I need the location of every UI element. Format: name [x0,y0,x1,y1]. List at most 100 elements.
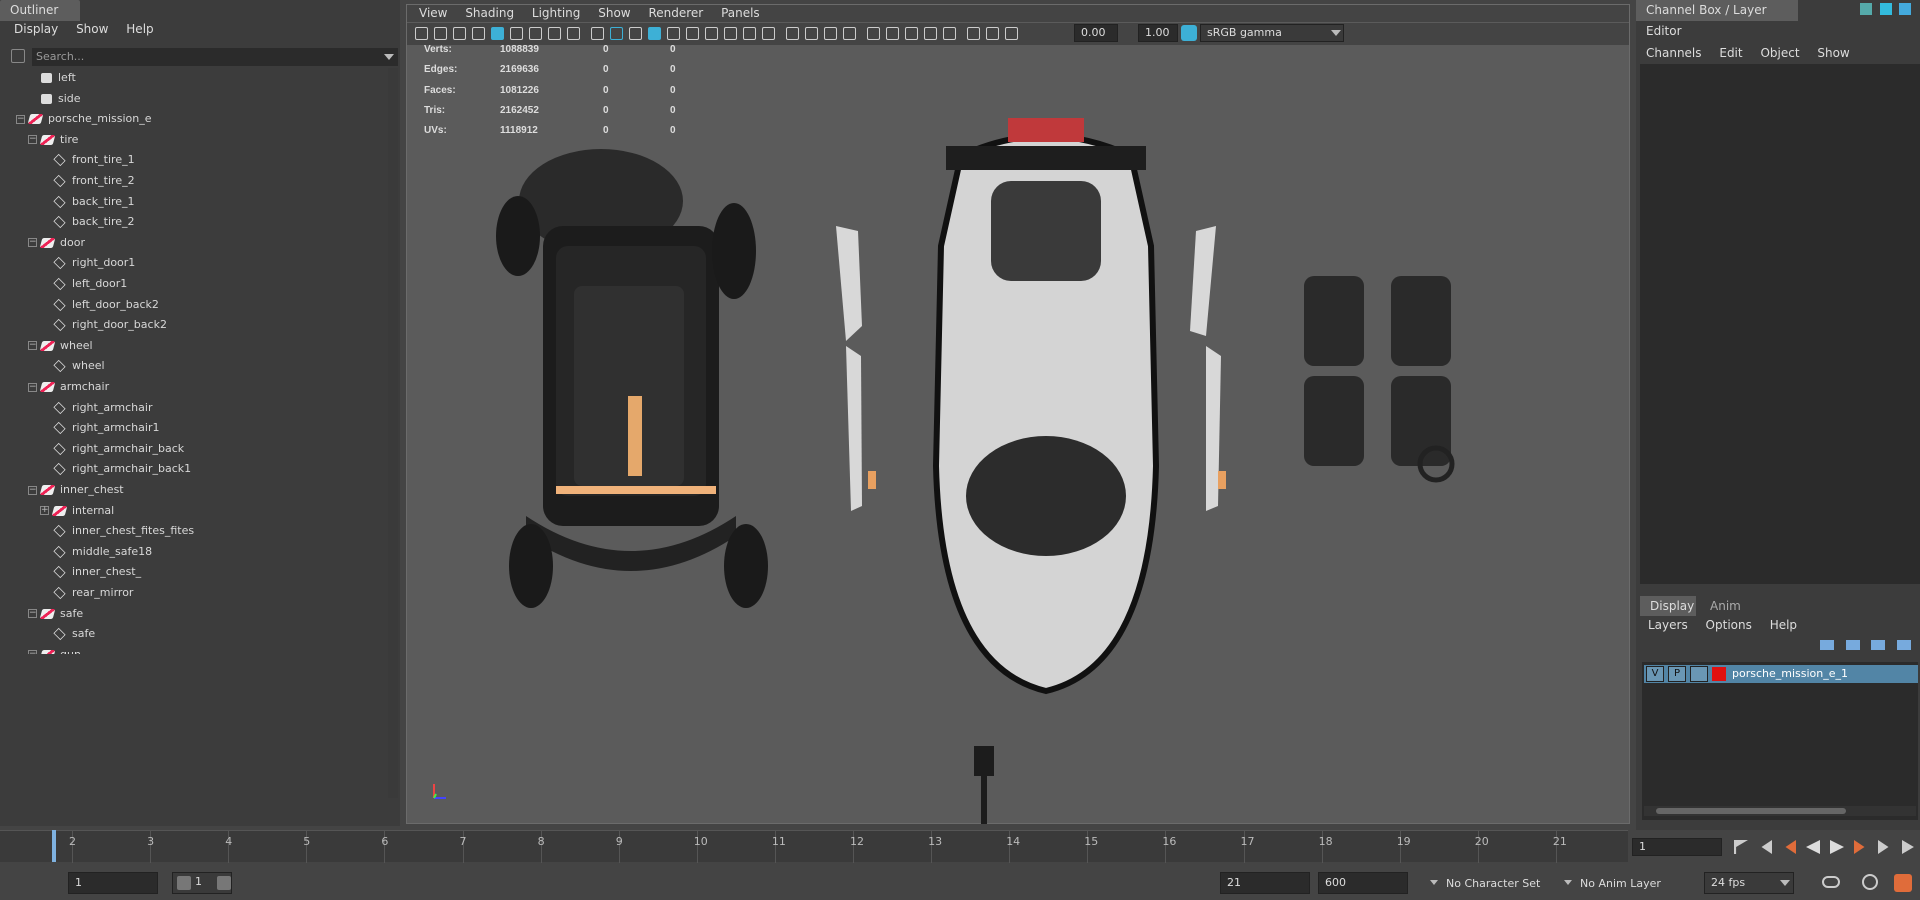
range-slider[interactable]: 1 [172,872,232,894]
collapse-icon[interactable]: − [28,135,37,145]
search-dropdown-icon[interactable] [384,54,394,60]
channels-menu[interactable]: Channels [1646,46,1702,60]
object-menu[interactable]: Object [1760,46,1799,60]
playback-speed-icon[interactable] [1894,874,1912,892]
outliner-item[interactable]: right_door_back2 [40,315,167,335]
outliner-menu-display[interactable]: Display [14,22,58,36]
timeline[interactable]: 2 3 4 5 6 7 8 9 10 11 12 13 14 15 16 17 18 19 20 21 [0,830,1628,863]
exposure-field[interactable]: 0.00 [1074,24,1118,42]
outliner-item[interactable]: left [28,68,76,88]
backface-icon[interactable] [924,27,937,40]
layer-display-type-toggle[interactable] [1690,666,1708,682]
outliner-item[interactable]: right_armchair1 [40,418,159,438]
viewport-menu-panels[interactable]: Panels [721,6,760,20]
expand-icon[interactable]: + [40,506,49,516]
loop-icon[interactable] [1822,876,1840,888]
resolution-gate-icon[interactable] [548,27,561,40]
options-menu[interactable]: Options [1706,618,1752,632]
collapse-icon[interactable]: − [28,609,37,619]
car-body-model[interactable] [932,118,1160,695]
character-set-dropdown-icon[interactable] [1430,880,1438,885]
collapse-icon[interactable]: − [28,485,37,495]
outliner-item[interactable]: rear_mirror [40,583,133,603]
help-menu[interactable]: Help [1770,618,1797,632]
collapse-icon[interactable]: − [28,650,37,654]
smooth-shade-icon[interactable] [667,27,680,40]
anim-end-field[interactable]: 600 [1318,872,1408,894]
range-handle-left[interactable] [177,876,191,890]
tab-anim[interactable]: Anim [1700,596,1756,616]
range-end-field[interactable]: 21 [1220,872,1310,894]
car-interior-model[interactable] [496,149,768,608]
safe-title-icon[interactable] [629,27,642,40]
outliner-item[interactable]: inner_chest_ [40,562,141,582]
outliner-item[interactable]: right_armchair_back1 [40,459,191,479]
attribute-editor-icon[interactable] [1879,3,1892,15]
shadows-icon[interactable] [743,27,756,40]
range-handle-right[interactable] [217,876,231,890]
outliner-item[interactable]: − armchair [28,377,109,397]
outliner-item[interactable]: wheel [40,356,105,376]
gun-model[interactable] [974,746,994,824]
xray-icon[interactable] [867,27,880,40]
isolate-select-icon[interactable] [843,27,856,40]
outliner-item[interactable]: − door [28,233,85,253]
xray-components-icon[interactable] [905,27,918,40]
car-seats-model[interactable] [1304,276,1455,483]
go-to-start-icon[interactable] [1734,840,1748,854]
ambient-occlusion-icon[interactable] [762,27,775,40]
outliner-item[interactable]: middle_safe18 [40,542,152,562]
viewport-menu-lighting[interactable]: Lighting [532,6,581,20]
go-to-end-icon[interactable] [1902,840,1914,854]
grid-icon[interactable] [510,27,523,40]
outliner-item[interactable]: inner_chest_fites_fites [40,521,194,541]
outliner-item[interactable]: − gun [28,645,81,654]
outliner-item[interactable]: − porsche_mission_e [16,109,152,129]
outliner-item[interactable]: right_door1 [40,253,135,273]
wireframe-shading-icon[interactable] [648,27,661,40]
layer-color-swatch[interactable] [1712,667,1726,681]
fps-dropdown-icon[interactable] [1780,880,1790,886]
safe-action-icon[interactable] [610,27,623,40]
film-gate-icon[interactable] [529,27,542,40]
layer-hscroll-thumb[interactable] [1656,808,1846,814]
camera-attributes-icon[interactable] [434,27,447,40]
outliner-menu-show[interactable]: Show [76,22,108,36]
layer-visibility-toggle[interactable]: V [1646,666,1664,682]
image-plane-icon[interactable] [472,27,485,40]
viewport-menu-shading[interactable]: Shading [465,6,514,20]
play-backward-icon[interactable] [1806,840,1820,854]
viewport-menu-show[interactable]: Show [598,6,630,20]
color-space-dropdown-icon[interactable] [1331,30,1341,36]
outliner-vscrollbar[interactable] [388,68,398,798]
anim-layer-select[interactable]: No Anim Layer [1580,874,1661,894]
select-camera-icon[interactable] [415,27,428,40]
outliner-item[interactable]: − wheel [28,336,93,356]
outliner-menu-help[interactable]: Help [126,22,153,36]
anim-layer-dropdown-icon[interactable] [1564,880,1572,885]
color-space-select[interactable]: sRGB gamma [1200,24,1344,42]
move-layer-down-icon[interactable] [1845,640,1860,650]
outliner-item[interactable]: − inner_chest [28,480,124,500]
move-layer-up-icon[interactable] [1820,640,1834,650]
new-layer-selected-icon[interactable] [1896,640,1911,650]
field-chart-icon[interactable] [591,27,604,40]
default-material-icon[interactable] [686,27,699,40]
lights-icon[interactable] [724,27,737,40]
gamma-icon[interactable] [986,27,999,40]
layer-playback-toggle[interactable]: P [1668,666,1686,682]
layer-hscrollbar[interactable] [1644,806,1916,816]
outliner-item[interactable]: left_door_back2 [40,295,159,315]
viewport-menu-renderer[interactable]: Renderer [648,6,703,20]
collapse-icon[interactable]: − [28,238,37,248]
range-start-field[interactable]: 1 [68,872,158,894]
step-back-key-icon[interactable] [1761,840,1772,854]
outliner-item[interactable]: right_armchair_back [40,439,184,459]
current-frame-field[interactable]: 1 [1632,838,1722,856]
gate-mask-icon[interactable] [567,27,580,40]
step-forward-frame-icon[interactable] [1854,840,1865,854]
collapse-icon[interactable]: − [28,382,37,392]
colorspace-icon[interactable] [1005,27,1018,40]
color-management-icon[interactable] [1181,25,1197,41]
layers-menu[interactable]: Layers [1648,618,1688,632]
